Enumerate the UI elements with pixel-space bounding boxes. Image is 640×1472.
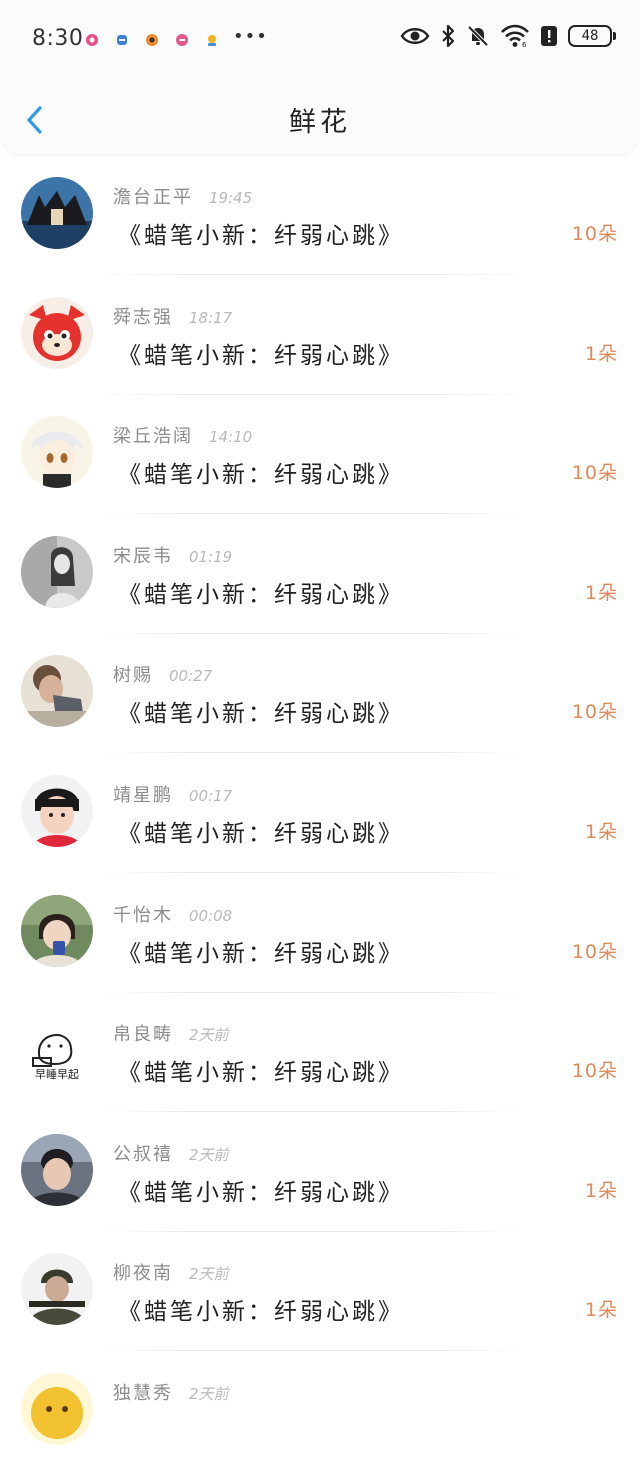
- flower-count: 1朵: [584, 342, 618, 365]
- username: 千怡木 00:08: [113, 901, 232, 927]
- pink-app-icon: [86, 34, 98, 46]
- timestamp: 14:10: [209, 428, 253, 447]
- orange-app-icon: [146, 34, 158, 46]
- timestamp: 2天前: [189, 1265, 229, 1284]
- timestamp: 2天前: [189, 1145, 229, 1164]
- book-title: 《蜡笔小新：纤弱心跳》: [118, 581, 404, 608]
- yellow-app-icon: [208, 35, 216, 46]
- username-text: 梁丘浩阔: [113, 426, 193, 448]
- username-text: 独慧秀: [113, 1382, 173, 1404]
- username-text: 澹台正平: [113, 187, 193, 208]
- book-title: 《蜡笔小新：纤弱心跳》: [118, 1060, 404, 1087]
- username-text: 舜志强: [113, 306, 173, 328]
- book-title: 《蜡笔小新：纤弱心跳》: [118, 1179, 404, 1206]
- username-text: 千怡木: [113, 904, 173, 926]
- list-item[interactable]: 舜志强 18:17 《蜡笔小新：纤弱心跳》 1朵: [0, 276, 640, 396]
- avatar: [21, 1133, 93, 1206]
- flower-count: 10朵: [571, 701, 618, 724]
- username: 公叔禧 2天前: [113, 1140, 229, 1166]
- username-text: 宋辰韦: [113, 545, 173, 567]
- list-item[interactable]: 树赐 00:27 《蜡笔小新：纤弱心跳》 10朵: [0, 634, 640, 754]
- avatar: [21, 296, 93, 369]
- status-bar: 8:30 ••• 6 48: [0, 0, 640, 80]
- avatar: [21, 1372, 93, 1445]
- avatar: 早睡早起: [21, 1014, 93, 1087]
- flower-count: 1朵: [584, 1179, 618, 1202]
- book-title: 《蜡笔小新：纤弱心跳》: [118, 223, 404, 249]
- eye-icon: [400, 28, 430, 44]
- timestamp: 01:19: [189, 547, 233, 566]
- list-item[interactable]: 独慧秀 2天前: [0, 1352, 640, 1472]
- list-item[interactable]: 靖星鹏 00:17 《蜡笔小新：纤弱心跳》 1朵: [0, 754, 640, 874]
- avatar: [21, 177, 93, 249]
- book-title: 《蜡笔小新：纤弱心跳》: [118, 940, 404, 967]
- timestamp: 2天前: [189, 1026, 229, 1045]
- list-item[interactable]: 梁丘浩阔 14:10 《蜡笔小新：纤弱心跳》 10朵: [0, 395, 640, 515]
- username: 靖星鹏 00:17: [113, 781, 232, 807]
- avatar: [21, 655, 93, 728]
- bluetooth-icon: [442, 24, 455, 48]
- timestamp: 19:45: [209, 189, 253, 207]
- username: 树赐 00:27: [113, 661, 212, 687]
- battery-icon: 48: [568, 25, 616, 47]
- timestamp: 00:17: [189, 786, 233, 805]
- flower-record-list: 澹台正平 19:45 《蜡笔小新：纤弱心跳》 10朵 舜志强 18:17 《蜡笔小新…: [0, 156, 640, 1472]
- username: 舜志强 18:17: [113, 303, 232, 329]
- username: 梁丘浩阔 14:10: [113, 422, 252, 448]
- wifi-icon: 6: [501, 24, 529, 48]
- system-icons: 6 48: [400, 24, 616, 48]
- avatar: [21, 894, 93, 967]
- flower-count: 10朵: [571, 223, 618, 245]
- book-title: 《蜡笔小新：纤弱心跳》: [118, 701, 404, 728]
- flower-count: 10朵: [571, 462, 618, 485]
- username-text: 靖星鹏: [113, 784, 173, 806]
- list-item[interactable]: 宋辰韦 01:19 《蜡笔小新：纤弱心跳》 1朵: [0, 515, 640, 635]
- alert-icon: [541, 26, 557, 46]
- flower-count: 1朵: [584, 581, 618, 604]
- avatar: [21, 535, 93, 608]
- status-time: 8:30: [32, 26, 84, 51]
- avatar: [21, 1253, 93, 1326]
- list-item[interactable]: 早睡早起 帛良畴 2天前 《蜡笔小新：纤弱心跳》 10朵: [0, 993, 640, 1113]
- username: 帛良畴 2天前: [113, 1020, 229, 1046]
- blue-app-icon: [117, 35, 127, 45]
- page-title: 鲜花: [289, 107, 351, 138]
- username-text: 树赐: [113, 665, 153, 687]
- list-item[interactable]: 公叔禧 2天前 《蜡笔小新：纤弱心跳》 1朵: [0, 1113, 640, 1233]
- book-title: 《蜡笔小新：纤弱心跳》: [118, 820, 404, 847]
- username-text: 公叔禧: [113, 1143, 173, 1165]
- avatar-caption: 早睡早起: [35, 1068, 79, 1081]
- username-text: 帛良畴: [113, 1024, 173, 1046]
- book-title: 《蜡笔小新：纤弱心跳》: [118, 1299, 404, 1326]
- username: 澹台正平 19:45: [113, 183, 252, 209]
- flower-count: 1朵: [584, 1299, 618, 1322]
- username-text: 柳夜南: [113, 1263, 173, 1285]
- avatar: [21, 774, 93, 847]
- timestamp: 00:08: [189, 906, 233, 925]
- bell-off-icon: [467, 25, 489, 47]
- username: 柳夜南 2天前: [113, 1259, 229, 1285]
- more-notifications-dots: •••: [233, 26, 268, 47]
- header-bar: 鲜花: [0, 80, 640, 154]
- list-item[interactable]: 千怡木 00:08 《蜡笔小新：纤弱心跳》 10朵: [0, 874, 640, 994]
- flower-count: 10朵: [571, 1060, 618, 1083]
- book-title: 《蜡笔小新：纤弱心跳》: [118, 462, 404, 489]
- username: 宋辰韦 01:19: [113, 542, 232, 568]
- flower-count: 1朵: [584, 820, 618, 843]
- timestamp: 2天前: [189, 1384, 229, 1403]
- username: 独慧秀 2天前: [113, 1379, 229, 1405]
- flower-count: 10朵: [571, 940, 618, 963]
- list-item[interactable]: 澹台正平 19:45 《蜡笔小新：纤弱心跳》 10朵: [0, 156, 640, 276]
- book-title: 《蜡笔小新：纤弱心跳》: [118, 342, 404, 369]
- list-item[interactable]: 柳夜南 2天前 《蜡笔小新：纤弱心跳》 1朵: [0, 1232, 640, 1352]
- rose-app-icon: [176, 34, 188, 46]
- timestamp: 00:27: [169, 667, 213, 686]
- avatar: [21, 416, 93, 489]
- svg-text:6: 6: [522, 41, 527, 48]
- notification-icons: [84, 32, 220, 48]
- timestamp: 18:17: [189, 308, 233, 327]
